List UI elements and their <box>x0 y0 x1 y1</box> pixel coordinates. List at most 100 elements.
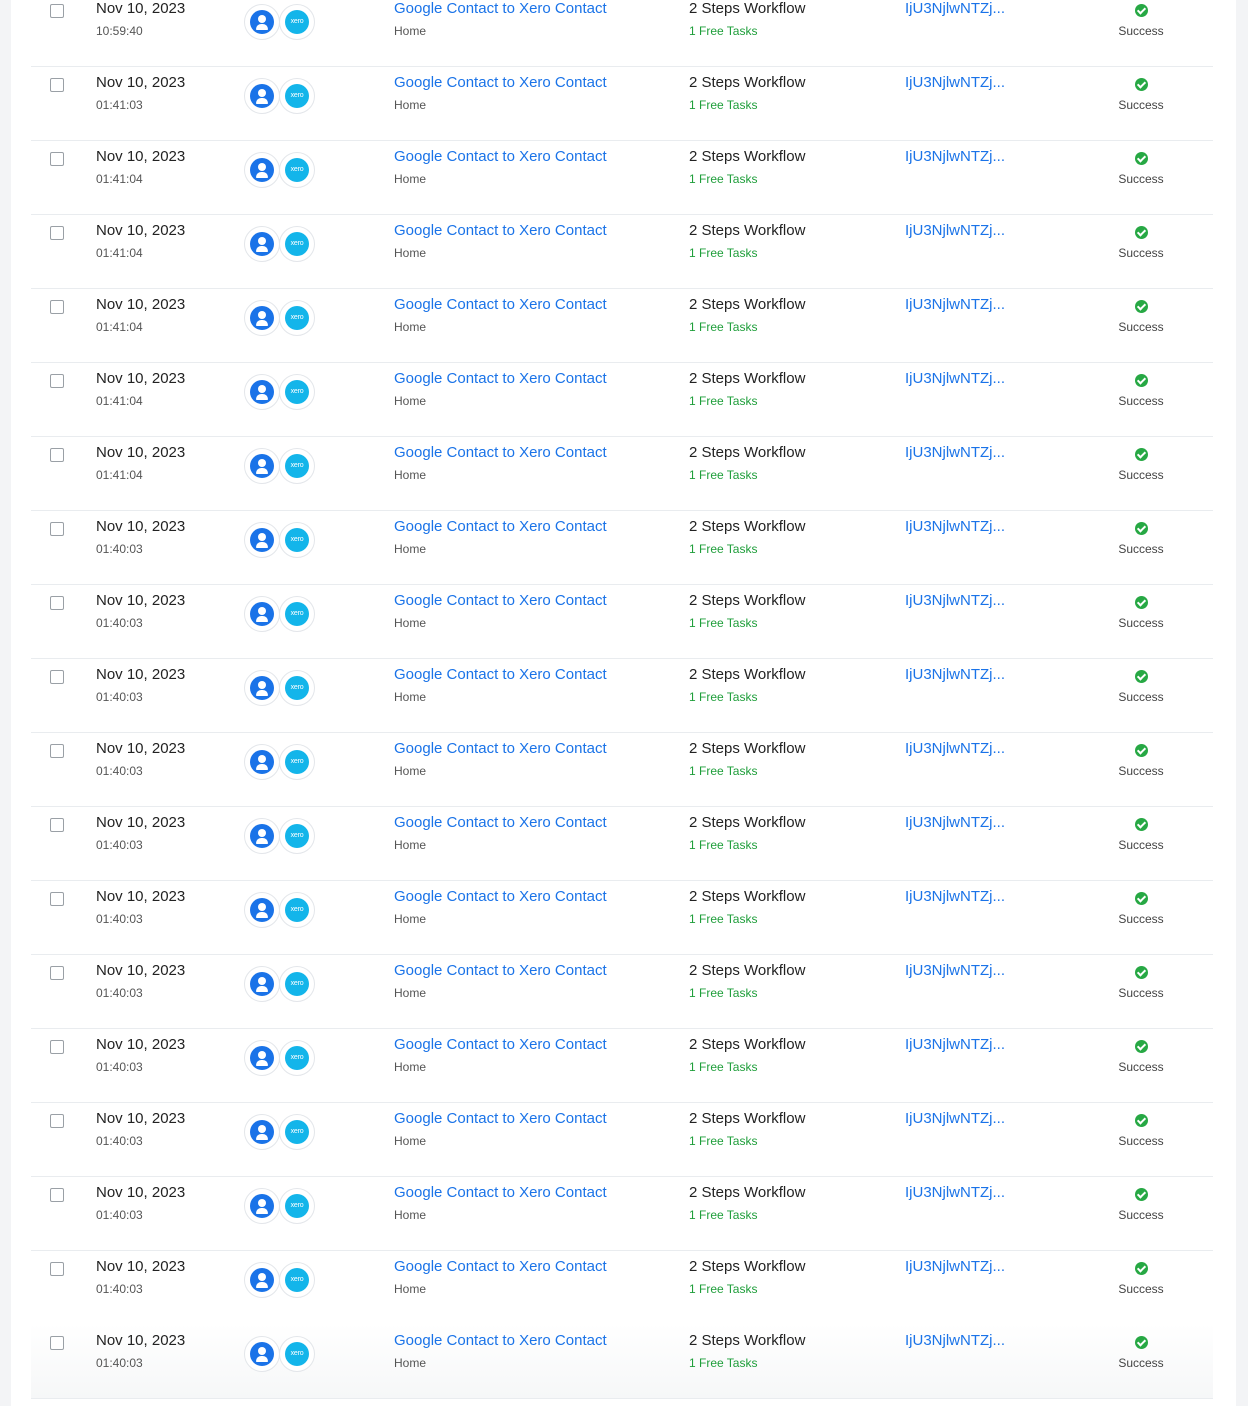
xero-logo-text: xero <box>290 240 304 247</box>
row-checkbox[interactable] <box>50 1114 64 1128</box>
task-date: Nov 10, 2023 <box>96 592 186 609</box>
workflow-name-link[interactable]: Google Contact to Xero Contact <box>394 148 607 165</box>
task-time: 01:41:04 <box>96 246 143 260</box>
row-checkbox[interactable] <box>50 818 64 832</box>
row-checkbox[interactable] <box>50 892 64 906</box>
xero-logo-text: xero <box>290 536 304 543</box>
task-id-link[interactable]: IjU3NjlwNTZj... <box>905 962 1005 979</box>
task-id-link[interactable]: IjU3NjlwNTZj... <box>905 1110 1005 1127</box>
google-contacts-app-badge <box>244 300 280 336</box>
workflow-name-link[interactable]: Google Contact to Xero Contact <box>394 222 607 239</box>
workflow-name-link[interactable]: Google Contact to Xero Contact <box>394 518 607 535</box>
workflow-name-link[interactable]: Google Contact to Xero Contact <box>394 444 607 461</box>
workflow-name-link[interactable]: Google Contact to Xero Contact <box>394 1332 607 1349</box>
row-checkbox[interactable] <box>50 744 64 758</box>
row-checkbox[interactable] <box>50 300 64 314</box>
status-label: Success <box>1118 838 1164 852</box>
task-id-link[interactable]: IjU3NjlwNTZj... <box>905 1184 1005 1201</box>
workflow-folder: Home <box>394 394 427 408</box>
task-id-link[interactable]: IjU3NjlwNTZj... <box>905 1332 1005 1349</box>
xero-app-badge: xero <box>279 1188 315 1224</box>
row-checkbox[interactable] <box>50 226 64 240</box>
workflow-name-link[interactable]: Google Contact to Xero Contact <box>394 666 607 683</box>
workflow-steps: 2 Steps Workflow <box>689 1332 806 1349</box>
google-contacts-app-badge <box>244 1188 280 1224</box>
task-id-link[interactable]: IjU3NjlwNTZj... <box>905 1036 1005 1053</box>
task-date: Nov 10, 2023 <box>96 148 186 165</box>
workflow-steps: 2 Steps Workflow <box>689 740 806 757</box>
workflow-name-link[interactable]: Google Contact to Xero Contact <box>394 1110 607 1127</box>
task-time: 01:40:03 <box>96 764 143 778</box>
task-id-link[interactable]: IjU3NjlwNTZj... <box>905 370 1005 387</box>
task-id-link[interactable]: IjU3NjlwNTZj... <box>905 0 1005 17</box>
task-id-link[interactable]: IjU3NjlwNTZj... <box>905 148 1005 165</box>
status-label: Success <box>1118 616 1164 630</box>
workflow-name-link[interactable]: Google Contact to Xero Contact <box>394 1258 607 1275</box>
workflow-name-link[interactable]: Google Contact to Xero Contact <box>394 740 607 757</box>
workflow-name-link[interactable]: Google Contact to Xero Contact <box>394 1036 607 1053</box>
success-check-icon <box>1135 1188 1148 1201</box>
row-checkbox[interactable] <box>50 448 64 462</box>
workflow-steps: 2 Steps Workflow <box>689 518 806 535</box>
workflow-name-link[interactable]: Google Contact to Xero Contact <box>394 1184 607 1201</box>
workflow-folder: Home <box>394 1282 427 1296</box>
row-checkbox[interactable] <box>50 1040 64 1054</box>
task-row: Nov 10, 2023 01:40:03 xero Google Contact t… <box>31 1028 1213 1103</box>
task-time: 01:40:03 <box>96 912 143 926</box>
task-id-link[interactable]: IjU3NjlwNTZj... <box>905 592 1005 609</box>
task-id-link[interactable]: IjU3NjlwNTZj... <box>905 222 1005 239</box>
task-row: Nov 10, 2023 01:40:03 xero Google Contact t… <box>31 510 1213 585</box>
xero-icon: xero <box>285 824 309 848</box>
task-date: Nov 10, 2023 <box>96 814 186 831</box>
task-row: Nov 10, 2023 01:41:03 xero Google Contact t… <box>31 66 1213 141</box>
success-check-icon <box>1135 1336 1148 1349</box>
task-id-link[interactable]: IjU3NjlwNTZj... <box>905 888 1005 905</box>
xero-app-badge: xero <box>279 892 315 928</box>
xero-app-badge: xero <box>279 670 315 706</box>
row-checkbox[interactable] <box>50 4 64 18</box>
workflow-name-link[interactable]: Google Contact to Xero Contact <box>394 0 607 17</box>
row-checkbox[interactable] <box>50 374 64 388</box>
workflow-name-link[interactable]: Google Contact to Xero Contact <box>394 962 607 979</box>
row-checkbox[interactable] <box>50 1262 64 1276</box>
xero-icon: xero <box>285 232 309 256</box>
row-checkbox[interactable] <box>50 1336 64 1350</box>
task-date: Nov 10, 2023 <box>96 518 186 535</box>
task-row: Nov 10, 2023 01:41:04 xero Google Contact t… <box>31 214 1213 289</box>
row-checkbox[interactable] <box>50 522 64 536</box>
task-row: Nov 10, 2023 01:40:03 xero Google Contact t… <box>31 1102 1213 1177</box>
google-contacts-app-badge <box>244 374 280 410</box>
workflow-steps: 2 Steps Workflow <box>689 296 806 313</box>
google-contacts-icon <box>250 454 274 478</box>
google-contacts-app-badge <box>244 744 280 780</box>
task-date: Nov 10, 2023 <box>96 0 186 17</box>
task-date: Nov 10, 2023 <box>96 1332 186 1349</box>
row-checkbox[interactable] <box>50 152 64 166</box>
row-checkbox[interactable] <box>50 966 64 980</box>
task-id-link[interactable]: IjU3NjlwNTZj... <box>905 74 1005 91</box>
row-checkbox[interactable] <box>50 670 64 684</box>
workflow-steps: 2 Steps Workflow <box>689 148 806 165</box>
task-id-link[interactable]: IjU3NjlwNTZj... <box>905 814 1005 831</box>
task-id-link[interactable]: IjU3NjlwNTZj... <box>905 666 1005 683</box>
task-id-link[interactable]: IjU3NjlwNTZj... <box>905 444 1005 461</box>
task-time: 01:40:03 <box>96 1356 143 1370</box>
row-checkbox[interactable] <box>50 596 64 610</box>
task-id-link[interactable]: IjU3NjlwNTZj... <box>905 740 1005 757</box>
task-id-link[interactable]: IjU3NjlwNTZj... <box>905 296 1005 313</box>
row-checkbox[interactable] <box>50 1188 64 1202</box>
workflow-name-link[interactable]: Google Contact to Xero Contact <box>394 888 607 905</box>
workflow-name-link[interactable]: Google Contact to Xero Contact <box>394 814 607 831</box>
row-checkbox[interactable] <box>50 78 64 92</box>
task-row: Nov 10, 2023 01:41:04 xero Google Contact t… <box>31 140 1213 215</box>
task-id-link[interactable]: IjU3NjlwNTZj... <box>905 518 1005 535</box>
workflow-name-link[interactable]: Google Contact to Xero Contact <box>394 370 607 387</box>
xero-app-badge: xero <box>279 226 315 262</box>
workflow-name-link[interactable]: Google Contact to Xero Contact <box>394 592 607 609</box>
task-id-link[interactable]: IjU3NjlwNTZj... <box>905 1258 1005 1275</box>
task-credits: 1 Free Tasks <box>689 1134 758 1148</box>
workflow-name-link[interactable]: Google Contact to Xero Contact <box>394 74 607 91</box>
xero-app-badge: xero <box>279 448 315 484</box>
workflow-folder: Home <box>394 1134 427 1148</box>
workflow-name-link[interactable]: Google Contact to Xero Contact <box>394 296 607 313</box>
